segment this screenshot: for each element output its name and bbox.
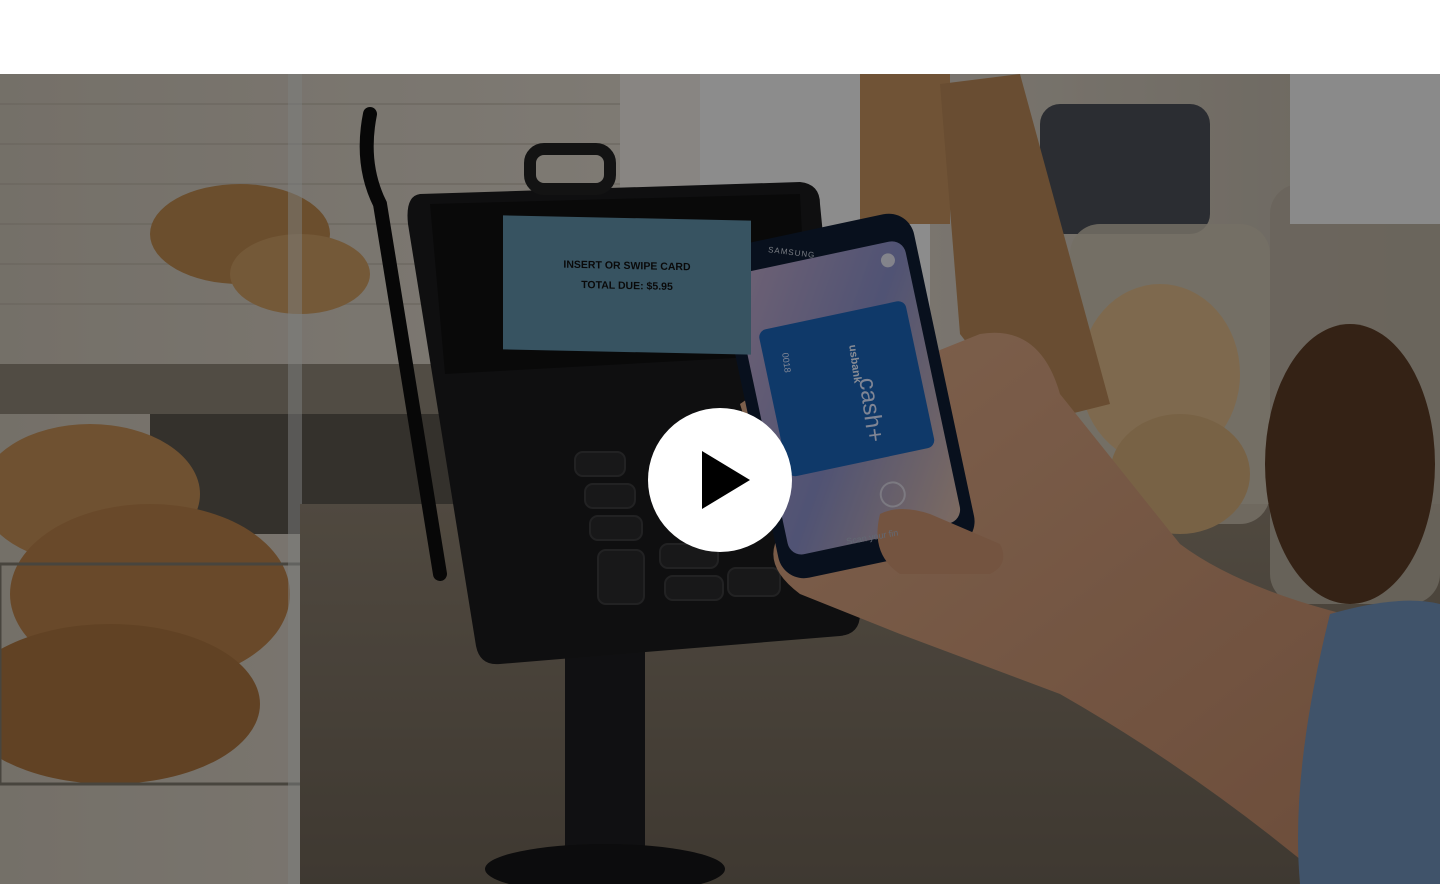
terminal-prompt-text: INSERT OR SWIPE CARD — [563, 258, 691, 274]
play-button[interactable] — [648, 408, 792, 552]
video-player[interactable]: INSERT OR SWIPE CARD TOTAL DUE: $5.95 SA… — [0, 74, 1440, 884]
top-bar — [0, 0, 1440, 74]
terminal-screen: INSERT OR SWIPE CARD TOTAL DUE: $5.95 — [503, 215, 751, 355]
play-icon — [702, 451, 750, 509]
terminal-total-text: TOTAL DUE: $5.95 — [581, 279, 673, 293]
